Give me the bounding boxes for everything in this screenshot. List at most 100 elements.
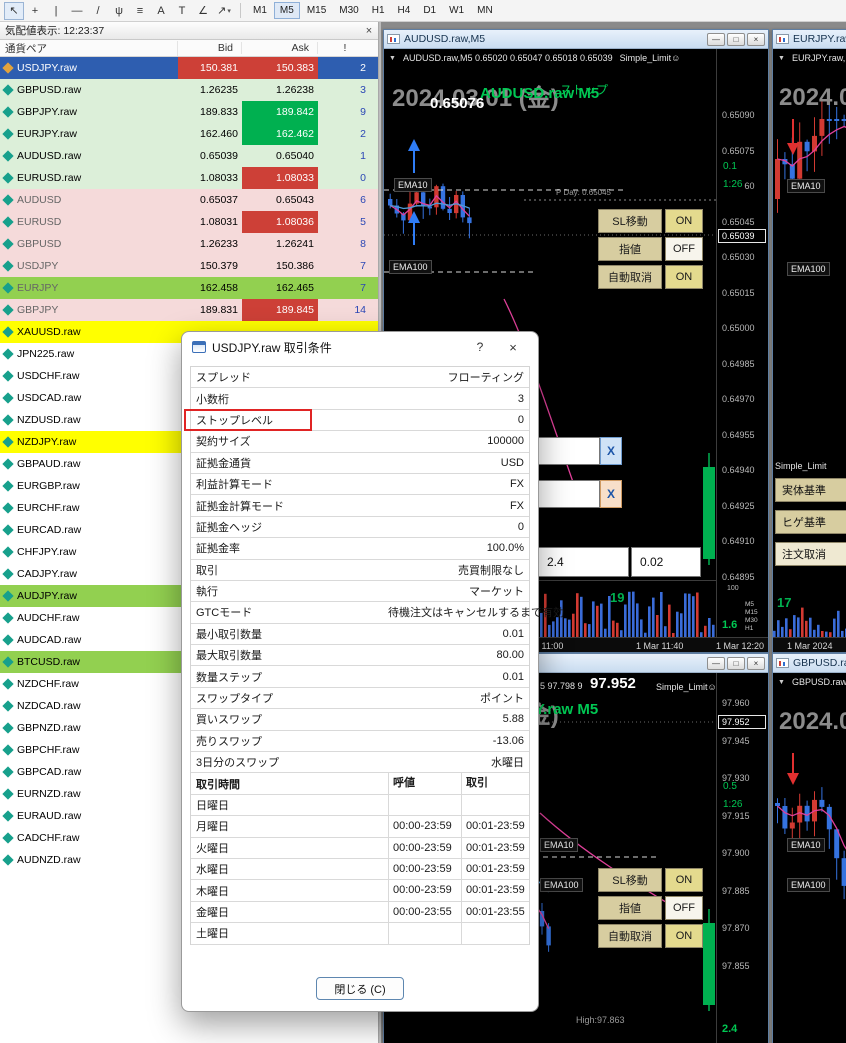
hud-state-button[interactable]: OFF [665,896,703,920]
ema10-label: EMA10 [787,179,825,193]
market-watch-row[interactable]: AUDUSD 0.65037 0.65043 6 [0,189,378,211]
trendline-tool[interactable]: / [88,2,108,20]
timeframe-d1-button[interactable]: D1 [417,2,442,19]
timeframe-h4-button[interactable]: H4 [392,2,417,19]
hud-label-button[interactable]: SL移動 [598,868,662,892]
timeframe-m1-button[interactable]: M1 [247,2,273,19]
price-axis[interactable]: 97.952 0.5 1:26 2.4 97.960 97.945 97.930 97… [716,673,768,1043]
panel-button[interactable]: ヒゲ基準 [775,510,846,534]
spec-value: 待機注文はキャンセルするまで有効 [388,607,564,620]
market-watch-row[interactable]: GBPJPY.raw 189.833 189.842 9 [0,101,378,123]
market-watch-row[interactable]: EURJPY 162.458 162.465 7 [0,277,378,299]
mt5-application: ↖ + | — / ψ ≡ A T ∠ ↗ ▾ M1 M5 M15 M30 H1 H4 D1 W1 MN 気配値表示: … [0,0,846,1043]
timeframe-mn-button[interactable]: MN [471,2,499,19]
cancel-order-button[interactable]: X [600,480,622,508]
arrow-objects-tool[interactable]: ↗ ▾ [214,2,234,20]
symbol-name: AUDJPY.raw [17,590,77,602]
symbol-dropdown-icon[interactable]: ▼ [778,679,785,686]
time-axis[interactable]: 1 Mar 2024 [773,637,846,652]
hud-state-button[interactable]: OFF [665,237,703,261]
market-watch-row[interactable]: AUDUSD.raw 0.65039 0.65040 1 [0,145,378,167]
market-watch-row[interactable]: GBPUSD 1.26233 1.26241 8 [0,233,378,255]
window-titlebar[interactable]: AUDUSD.raw,M5 — □ × [384,30,768,49]
restore-button[interactable]: □ [727,656,745,670]
ema10-label: EMA10 [540,838,578,852]
cancel-order-button[interactable]: X [600,437,622,465]
market-watch-row[interactable]: EURUSD.raw 1.08033 1.08033 0 [0,167,378,189]
hud-state-button[interactable]: ON [665,868,703,892]
price-axis-label: 0.64970 [722,394,755,404]
symbol-name: XAUUSD.raw [17,326,81,338]
market-watch-row[interactable]: EURUSD 1.08031 1.08036 5 [0,211,378,233]
hud-state-button[interactable]: ON [665,209,703,233]
timeframe-m15-button[interactable]: M15 [301,2,332,19]
symbol-dropdown-icon[interactable]: ▼ [389,55,396,62]
market-watch-row[interactable]: USDJPY.raw 150.381 150.383 2 [0,57,378,79]
symbol-dropdown-icon[interactable]: ▼ [778,55,785,62]
ohlc-values: EURJPY.raw,M5 [791,53,846,63]
text-tool[interactable]: A [151,2,171,20]
window-titlebar[interactable]: GBPUSD.raw,M5 [773,654,846,673]
angle-tool-tool[interactable]: ∠ [193,2,213,20]
minimize-button[interactable]: — [707,32,725,46]
restore-button[interactable]: □ [727,32,745,46]
dialog-close-icon[interactable]: × [498,340,528,355]
timeframe-m30-button[interactable]: M30 [333,2,364,19]
market-watch-row[interactable]: GBPUSD.raw 1.26235 1.26238 3 [0,79,378,101]
symbol-icon [2,370,14,382]
day-label: 水曜日 [196,864,229,877]
chart-window-eurjpy[interactable]: EURJPY.raw,M5 ▼ EURJPY.raw,M5 2024.03.01… [772,29,846,653]
chart-canvas[interactable]: ▼ EURJPY.raw,M5 2024.03.01 (金) EMA10 EMA… [773,49,846,652]
column-header-ask[interactable]: Ask [242,42,318,54]
hud-label-button[interactable]: 指値 [598,237,662,261]
window-titlebar[interactable]: EURJPY.raw,M5 [773,30,846,49]
chart-canvas[interactable]: ▼ GBPUSD.raw,M5 2024.03.01 (金) EMA10 EMA… [773,673,846,1043]
hud-label-button[interactable]: 自動取消 [598,265,662,289]
hud-state-button[interactable]: ON [665,265,703,289]
dialog-titlebar[interactable]: USDJPY.raw 取引条件 ? × [182,332,538,362]
hud-label-button[interactable]: SL移動 [598,209,662,233]
panel-button[interactable]: 実体基準 [775,478,846,502]
price-axis-label: 0.64910 [722,536,755,546]
close-dialog-button[interactable]: 閉じる (C) [316,977,404,1000]
market-watch-row[interactable]: GBPJPY 189.831 189.845 14 [0,299,378,321]
symbol-name: USDJPY.raw [17,62,77,74]
column-header-alert[interactable]: ! [318,42,372,54]
symbol-icon [2,524,14,536]
spec-label: 証拠金ヘッジ [196,521,262,534]
panel-button[interactable]: 注文取消 [775,542,846,566]
timeframe-w1-button[interactable]: W1 [443,2,470,19]
crosshair-tool[interactable]: + [25,2,45,20]
chart-window-gbpusd[interactable]: GBPUSD.raw,M5 ▼ GBPUSD.raw,M5 2024.03.01… [772,653,846,1043]
horizontal-line-tool[interactable]: — [67,2,87,20]
panel-value-box[interactable]: 0.02 [631,547,701,577]
symbol-icon [2,392,14,404]
hud-label-button[interactable]: 自動取消 [598,924,662,948]
symbol-icon [2,106,14,118]
market-watch-row[interactable]: USDJPY 150.379 150.386 7 [0,255,378,277]
hud-state-button[interactable]: ON [665,924,703,948]
vertical-line-tool[interactable]: | [46,2,66,20]
spec-label: 契約サイズ [196,436,251,449]
day-label: 木曜日 [196,885,229,898]
ema100-label: EMA100 [787,262,830,276]
market-watch-close-icon[interactable]: × [360,25,378,37]
column-header-symbol[interactable]: 通貨ペア [0,40,178,56]
indicator-name: Simple_Limit [775,461,827,471]
fibonacci-retracement-tool[interactable]: ≡ [130,2,150,20]
column-header-bid[interactable]: Bid [178,42,242,54]
help-button[interactable]: ? [468,340,492,354]
cursor-tool[interactable]: ↖ [4,1,24,20]
andrews-pitchfork-tool[interactable]: ψ [109,2,129,20]
timeframe-h1-button[interactable]: H1 [366,2,391,19]
close-button[interactable]: × [747,656,765,670]
hud-label-button[interactable]: 指値 [598,896,662,920]
close-button[interactable]: × [747,32,765,46]
ask-value: 162.465 [276,282,314,294]
minimize-button[interactable]: — [707,656,725,670]
price-axis[interactable]: 0.1 1:26 0.65039 100 M5 M15 M30 H1 1.6 0.65… [716,49,768,637]
market-watch-row[interactable]: EURJPY.raw 162.460 162.462 2 [0,123,378,145]
timeframe-m5-button[interactable]: M5 [273,2,300,19]
ask-value: 189.845 [242,299,318,321]
text-label-tool[interactable]: T [172,2,192,20]
